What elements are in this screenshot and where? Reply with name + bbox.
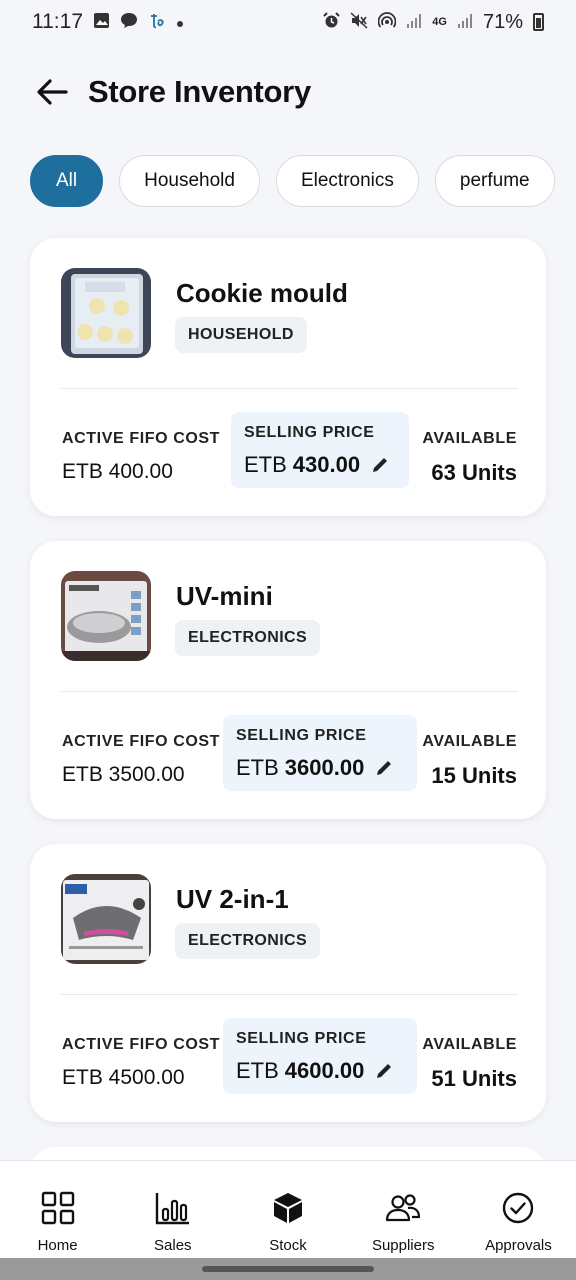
nav-sales-label: Sales (154, 1237, 192, 1254)
back-button[interactable] (34, 74, 70, 110)
status-left: 11:17 (32, 10, 184, 34)
filter-chip-electronics[interactable]: Electronics (275, 155, 419, 207)
category-badge: ELECTRONICS (175, 620, 321, 656)
selling-price-edit[interactable]: SELLING PRICE ETB 4600.00 (223, 1018, 417, 1094)
fifo-cost-label: ACTIVE FIFO COST (62, 1036, 221, 1053)
selling-price-label: SELLING PRICE (236, 727, 367, 744)
fifo-cost-block: ACTIVE FIFO COST ETB 4500.00 (62, 1036, 220, 1090)
product-name: Cookie mould (176, 278, 348, 308)
product-card[interactable]: UV-mini ELECTRONICS ACTIVE FIFO COST ETB… (30, 541, 546, 819)
battery-percent: 71% (482, 10, 523, 33)
check-circle-icon (503, 1192, 534, 1224)
product-image (61, 268, 151, 358)
card-divider (61, 388, 518, 389)
box-icon (274, 1193, 302, 1223)
nav-home[interactable]: Home (0, 1161, 115, 1258)
grid-icon (41, 1191, 74, 1225)
nav-home-label: Home (37, 1237, 78, 1254)
signal-icon-1 (406, 13, 422, 32)
arrow-left-icon (37, 79, 68, 105)
available-units: 63 Units (431, 460, 517, 485)
price-currency: ETB (236, 755, 279, 780)
available-units: 15 Units (431, 763, 517, 788)
selling-price-value: 4600.00 (284, 1058, 365, 1083)
fifo-cost-block: ACTIVE FIFO COST ETB 400.00 (62, 430, 220, 484)
nav-approvals[interactable]: Approvals (461, 1161, 576, 1258)
gallery-notification-icon (93, 12, 110, 32)
selling-price-value: 430.00 (292, 452, 361, 477)
status-right: 4G 71% (323, 11, 544, 34)
fifo-cost-label: ACTIVE FIFO COST (62, 733, 221, 750)
pencil-icon[interactable] (374, 1061, 394, 1081)
fifo-cost-value: ETB 3500.00 (62, 763, 185, 786)
product-image (61, 571, 151, 661)
nav-suppliers-label: Suppliers (371, 1237, 435, 1254)
hotspot-icon (377, 12, 397, 32)
app-header: Store Inventory (0, 64, 576, 120)
status-time: 11:17 (32, 10, 83, 33)
category-filter-bar: All Household Electronics perfume (30, 155, 576, 209)
fifo-cost-value: ETB 400.00 (62, 460, 173, 483)
selling-price-edit[interactable]: SELLING PRICE ETB 430.00 (231, 412, 409, 488)
fifo-cost-label: ACTIVE FIFO COST (62, 430, 221, 447)
filter-chip-perfume[interactable]: perfume (434, 155, 555, 207)
available-label: AVAILABLE (422, 733, 517, 750)
selling-price-row: ETB 430.00 (244, 452, 409, 478)
signal-icon-2 (457, 13, 473, 32)
network-type-label: 4G (432, 15, 447, 28)
selling-price-label: SELLING PRICE (244, 424, 375, 441)
price-currency: ETB (244, 452, 287, 477)
product-card[interactable]: UV 2-in-1 ELECTRONICS ACTIVE FIFO COST E… (30, 844, 546, 1122)
product-image (61, 874, 151, 964)
availability-block: AVAILABLE 63 Units (422, 430, 517, 486)
product-list: Cookie mould HOUSEHOLD ACTIVE FIFO COST … (30, 238, 546, 1187)
product-card[interactable]: Cookie mould HOUSEHOLD ACTIVE FIFO COST … (30, 238, 546, 516)
category-badge: ELECTRONICS (175, 923, 321, 959)
availability-block: AVAILABLE 15 Units (422, 733, 517, 789)
fifo-cost-block: ACTIVE FIFO COST ETB 3500.00 (62, 733, 220, 787)
home-gesture-handle[interactable] (202, 1266, 374, 1272)
selling-price-edit[interactable]: SELLING PRICE ETB 3600.00 (223, 715, 417, 791)
pencil-icon[interactable] (370, 455, 390, 475)
pencil-icon[interactable] (374, 758, 394, 778)
bar-chart-icon (155, 1193, 189, 1225)
nav-stock-label: Stock (269, 1237, 307, 1254)
filter-chip-household[interactable]: Household (119, 155, 260, 207)
price-currency: ETB (236, 1058, 279, 1083)
available-label: AVAILABLE (422, 430, 517, 447)
bottom-navigation: Home Sales Stock Suppliers Approvals (0, 1160, 576, 1258)
selling-price-label: SELLING PRICE (236, 1030, 367, 1047)
status-bar: 11:17 4G 71% (0, 0, 576, 44)
people-icon (386, 1194, 421, 1222)
dot-notification-icon (176, 14, 184, 31)
nav-approvals-label: Approvals (485, 1237, 552, 1254)
fifo-cost-value: ETB 4500.00 (62, 1066, 185, 1089)
card-divider (61, 691, 518, 692)
selling-price-row: ETB 4600.00 (236, 1058, 417, 1084)
alarm-icon (323, 12, 340, 32)
available-label: AVAILABLE (422, 1036, 517, 1053)
card-divider (61, 994, 518, 995)
selling-price-row: ETB 3600.00 (236, 755, 417, 781)
battery-icon (533, 13, 544, 31)
nav-suppliers[interactable]: Suppliers (346, 1161, 461, 1258)
app-notification-icon (148, 12, 166, 32)
category-badge: HOUSEHOLD (175, 317, 307, 353)
availability-block: AVAILABLE 51 Units (422, 1036, 517, 1092)
nav-sales[interactable]: Sales (115, 1161, 230, 1258)
page-title: Store Inventory (88, 74, 311, 109)
chat-notification-icon (120, 12, 138, 32)
available-units: 51 Units (431, 1066, 517, 1091)
product-name: UV-mini (176, 581, 273, 611)
product-name: UV 2-in-1 (176, 884, 289, 914)
selling-price-value: 3600.00 (284, 755, 365, 780)
filter-chip-all[interactable]: All (30, 155, 104, 207)
mute-icon (350, 12, 368, 32)
nav-stock[interactable]: Stock (230, 1161, 345, 1258)
system-gesture-bar (0, 1258, 576, 1280)
